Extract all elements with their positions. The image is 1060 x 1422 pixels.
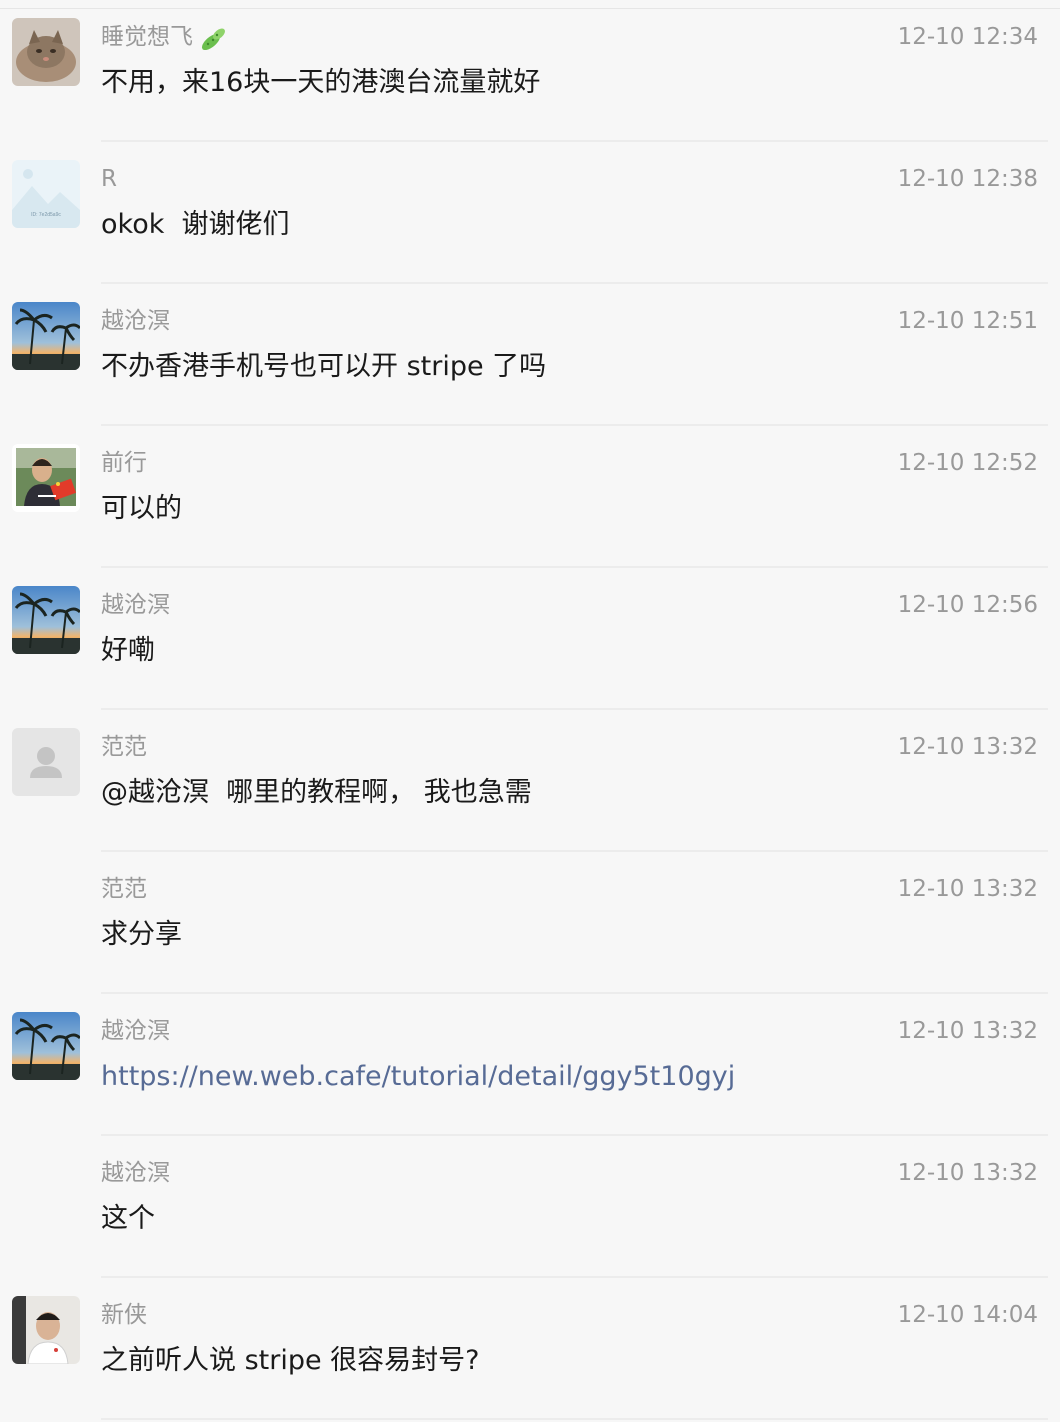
avatar-caption: ID: 7e2d5a9c: [31, 212, 61, 218]
message-item[interactable]: 范范 12-10 13:32 @越沧溟 哪里的教程啊， 我也急需: [0, 710, 1060, 852]
sender-name[interactable]: 新侠: [101, 1300, 147, 1330]
message-item[interactable]: 越沧溟 12-10 13:32 https://new.web.cafe/tut…: [0, 994, 1060, 1136]
palm-tree-avatar[interactable]: [12, 302, 80, 370]
landscape-avatar[interactable]: ID: 7e2d5a9c: [12, 160, 80, 228]
message-link[interactable]: https://new.web.cafe/tutorial/detail/ggy…: [101, 1060, 735, 1094]
message-text: 好嘞: [101, 635, 155, 666]
sender-name[interactable]: 范范: [101, 732, 147, 762]
message-item[interactable]: 前行 12-10 12:52 可以的: [0, 426, 1060, 568]
message-time: 12-10 13:32: [897, 734, 1038, 760]
sender-name[interactable]: 前行: [101, 448, 147, 478]
message-item[interactable]: 新侠 12-10 14:04 之前听人说 stripe 很容易封号?: [0, 1278, 1060, 1420]
message-text: 求分享: [101, 919, 182, 950]
message-time: 12-10 14:04: [897, 1302, 1038, 1328]
message-item[interactable]: 越沧溟 12-10 12:56 好嘞: [0, 568, 1060, 710]
message-item[interactable]: ID: 7e2d5a9c R 12-10 12:38 okok 谢谢佬们: [0, 142, 1060, 284]
sender-name[interactable]: R: [101, 164, 117, 194]
message-text: @越沧溟 哪里的教程啊， 我也急需: [101, 777, 532, 808]
sender-name[interactable]: 越沧溟: [101, 590, 170, 620]
message-text: 不办香港手机号也可以开 stripe 了吗: [101, 351, 547, 382]
message-item[interactable]: 睡觉想飞 12-10 12:34 不用，来16块一天的港澳台流量就好: [0, 0, 1060, 142]
message-item[interactable]: 越沧溟 12-10 13:32 这个: [0, 1136, 1060, 1278]
person-flag-avatar[interactable]: [12, 444, 80, 512]
message-list[interactable]: 睡觉想飞 12-10 12:34 不用，来16块一天的港澳台流量就好 ID: 7…: [0, 0, 1060, 1420]
person-avatar[interactable]: [12, 1296, 80, 1364]
palm-tree-avatar[interactable]: [12, 1012, 80, 1080]
palm-tree-avatar[interactable]: [12, 586, 80, 654]
message-text: okok 谢谢佬们: [101, 209, 290, 240]
message-time: 12-10 12:34: [897, 24, 1038, 50]
message-time: 12-10 12:56: [897, 592, 1038, 618]
message-text: 可以的: [101, 493, 182, 524]
sender-name[interactable]: 越沧溟: [101, 306, 170, 336]
message-time: 12-10 13:32: [897, 1160, 1038, 1186]
message-divider: [101, 1418, 1048, 1420]
message-time: 12-10 12:38: [897, 166, 1038, 192]
message-time: 12-10 13:32: [897, 876, 1038, 902]
message-time: 12-10 13:32: [897, 1018, 1038, 1044]
message-time: 12-10 12:52: [897, 450, 1038, 476]
cucumber-icon: [197, 23, 229, 53]
cat-avatar[interactable]: [12, 18, 80, 86]
sender-name[interactable]: 越沧溟: [101, 1016, 170, 1046]
message-item[interactable]: 范范 12-10 13:32 求分享: [0, 852, 1060, 994]
message-item[interactable]: 越沧溟 12-10 12:51 不办香港手机号也可以开 stripe 了吗: [0, 284, 1060, 426]
message-text: 之前听人说 stripe 很容易封号?: [101, 1345, 480, 1376]
sender-name[interactable]: 睡觉想飞: [101, 22, 229, 53]
message-text: 这个: [101, 1203, 155, 1234]
sender-name[interactable]: 范范: [101, 874, 147, 904]
message-text: 不用，来16块一天的港澳台流量就好: [101, 67, 541, 98]
default-user-avatar[interactable]: [12, 728, 80, 796]
message-time: 12-10 12:51: [897, 308, 1038, 334]
sender-name[interactable]: 越沧溟: [101, 1158, 170, 1188]
